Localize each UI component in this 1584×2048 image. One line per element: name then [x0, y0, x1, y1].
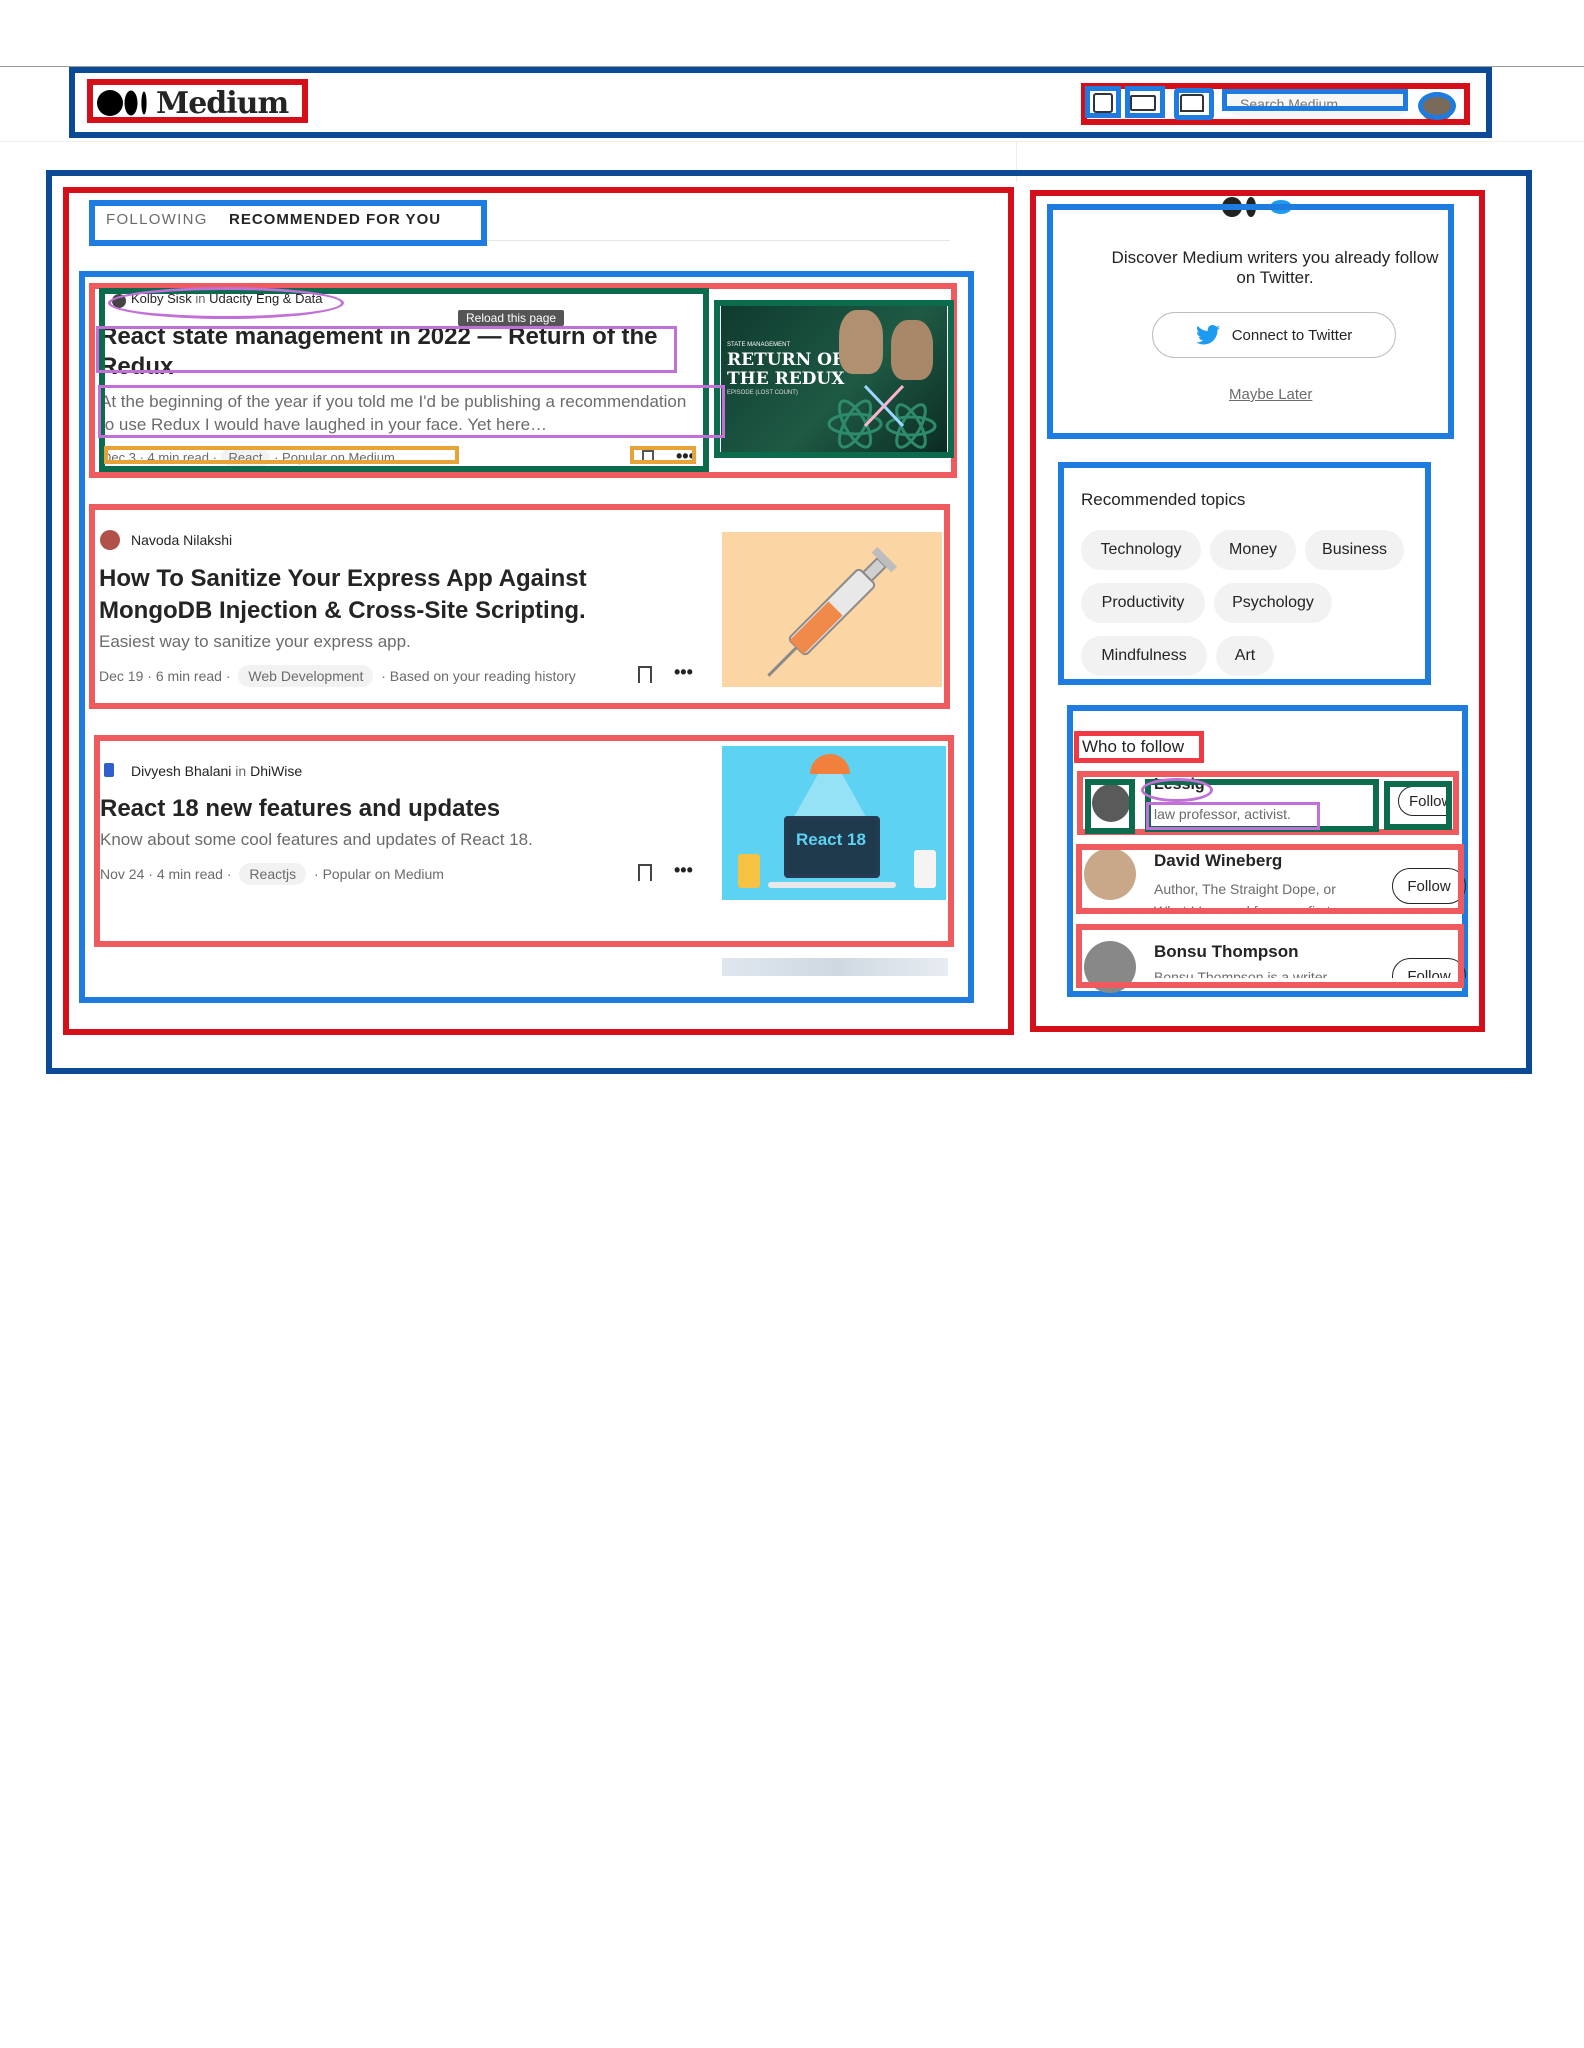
- avatar[interactable]: [1420, 92, 1454, 122]
- person-bio: law professor, activist.: [1154, 806, 1291, 822]
- author-avatar[interactable]: [100, 530, 120, 550]
- topic-pill[interactable]: Art: [1216, 636, 1274, 676]
- tab-following[interactable]: FOLLOWING: [106, 211, 208, 228]
- bookmark-icon[interactable]: [638, 666, 652, 683]
- thumb-text: EPISODE (LOST COUNT): [727, 390, 798, 396]
- more-icon[interactable]: •••: [674, 662, 693, 683]
- in-word: in: [235, 763, 247, 779]
- connect-twitter-button[interactable]: Connect to Twitter: [1152, 312, 1396, 358]
- follow-button[interactable]: Follow: [1392, 868, 1466, 904]
- person-name[interactable]: David Wineberg: [1154, 851, 1282, 871]
- twitter-icon: [1195, 325, 1220, 345]
- list-icon[interactable]: [1130, 95, 1156, 111]
- column-divider: [1016, 142, 1017, 182]
- syringe-icon: [767, 546, 898, 677]
- publication-name[interactable]: DhiWise: [250, 763, 302, 779]
- connect-twitter-label: Connect to Twitter: [1231, 326, 1353, 344]
- tabs-underline: [106, 240, 950, 241]
- article-title[interactable]: React state management in 2022 — Return …: [100, 322, 686, 380]
- article-title[interactable]: How To Sanitize Your Express App Against…: [99, 563, 659, 627]
- article-tag[interactable]: Web Development: [238, 665, 374, 687]
- article-tag[interactable]: Reactjs: [239, 863, 307, 885]
- who-to-follow-heading: Who to follow: [1082, 737, 1185, 756]
- medium-logo-icon: [1222, 197, 1242, 217]
- thumb-text: STATE MANAGEMENT: [727, 342, 791, 348]
- atom-icon: [827, 384, 937, 449]
- author-name[interactable]: Kolby Sisk: [131, 291, 192, 306]
- article-reason: Based on your reading history: [389, 668, 576, 684]
- person-avatar[interactable]: [1084, 941, 1136, 993]
- twitter-discover-text: Discover Medium writers you already foll…: [1111, 248, 1439, 287]
- medium-logo-icon: [1246, 197, 1256, 217]
- search-input[interactable]: Search Medium: [1228, 91, 1408, 117]
- follow-button[interactable]: Follow: [1392, 958, 1466, 978]
- article-date: Dec 3: [102, 450, 136, 465]
- annotation-article-1-text: [99, 288, 709, 472]
- topic-pill[interactable]: Mindfulness: [1081, 636, 1207, 676]
- write-icon[interactable]: [1093, 93, 1113, 113]
- publication-name[interactable]: Udacity Eng & Data: [209, 291, 322, 306]
- article-meta: Dec 19 · 6 min read · Web Development · …: [99, 665, 576, 687]
- lamp-icon: [810, 754, 850, 774]
- more-icon[interactable]: •••: [674, 860, 693, 881]
- author-name[interactable]: Divyesh Bhalani: [131, 763, 231, 779]
- follow-button[interactable]: Follow: [1398, 786, 1450, 816]
- person-bio: Author, The Straight Dope, or What I Lea…: [1154, 881, 1345, 914]
- person-name[interactable]: Lessig: [1154, 776, 1205, 794]
- twitter-icon: [1270, 200, 1292, 214]
- topics-heading: Recommended topics: [1081, 490, 1246, 509]
- article-reason: Popular on Medium: [322, 866, 444, 882]
- cup-icon: [738, 854, 760, 888]
- article-author-line[interactable]: Divyesh Bhalani in DhiWise: [131, 763, 302, 779]
- person-avatar[interactable]: [1092, 784, 1130, 822]
- article-subtitle: Easiest way to sanitize your express app…: [99, 632, 411, 651]
- article-reason: Popular on Medium: [282, 450, 395, 465]
- thumb-face: [891, 320, 933, 380]
- laptop-base: [768, 882, 896, 888]
- topic-pill[interactable]: Productivity: [1081, 583, 1205, 623]
- topic-pill[interactable]: Technology: [1081, 530, 1201, 570]
- author-avatar[interactable]: [112, 294, 126, 308]
- topic-pill[interactable]: Business: [1305, 530, 1404, 570]
- topic-pill[interactable]: Money: [1210, 530, 1296, 570]
- thumb-text: RETURN OF: [727, 350, 845, 370]
- bookmark-icon[interactable]: [642, 450, 654, 464]
- more-icon[interactable]: •••: [676, 446, 695, 467]
- article-title[interactable]: React 18 new features and updates: [100, 795, 500, 823]
- medium-twitter-logo: [1222, 196, 1292, 218]
- medium-logo-icon: [97, 90, 147, 116]
- person-avatar[interactable]: [1084, 848, 1136, 900]
- article-peek-thumbnail: [722, 958, 948, 976]
- read-time: 4 min read: [156, 866, 223, 882]
- article-thumbnail[interactable]: STATE MANAGEMENT RETURN OF THE REDUX EPI…: [721, 306, 947, 456]
- author-name[interactable]: Navoda Nilakshi: [131, 532, 232, 548]
- logo-wordmark: Medium: [156, 85, 289, 121]
- tab-recommended[interactable]: RECOMMENDED FOR YOU: [229, 211, 441, 228]
- notifications-icon[interactable]: [1180, 94, 1204, 112]
- clipboard-icon: [914, 850, 936, 888]
- article-subtitle: At the beginning of the year if you told…: [100, 392, 687, 434]
- laptop-label: React 18: [796, 830, 866, 849]
- bookmark-icon[interactable]: [638, 864, 652, 881]
- person-bio: Bonsu Thompson is a writer…: [1154, 969, 1342, 978]
- read-time: 4 min read: [147, 450, 209, 465]
- article-author-line[interactable]: Kolby Sisk in Udacity Eng & Data: [131, 291, 323, 306]
- publication-icon: [104, 763, 114, 777]
- read-time: 6 min read: [155, 668, 222, 684]
- article-thumbnail[interactable]: React 18: [722, 746, 946, 900]
- topic-pill[interactable]: Psychology: [1214, 583, 1332, 623]
- article-meta: Nov 24 · 4 min read · Reactjs · Popular …: [100, 863, 444, 885]
- article-thumbnail[interactable]: [722, 532, 942, 687]
- in-word: in: [195, 291, 206, 306]
- maybe-later-link[interactable]: Maybe Later: [1229, 386, 1312, 403]
- article-meta: Dec 3 · 4 min read · React · Popular on …: [102, 449, 395, 466]
- medium-logo[interactable]: Medium: [96, 84, 296, 122]
- person-name[interactable]: Bonsu Thompson: [1154, 942, 1298, 962]
- thumb-face: [839, 310, 883, 374]
- article-tag[interactable]: React: [220, 449, 271, 466]
- article-subtitle: Know about some cool features and update…: [100, 830, 533, 849]
- article-date: Dec 19: [99, 668, 144, 684]
- article-date: Nov 24: [100, 866, 145, 882]
